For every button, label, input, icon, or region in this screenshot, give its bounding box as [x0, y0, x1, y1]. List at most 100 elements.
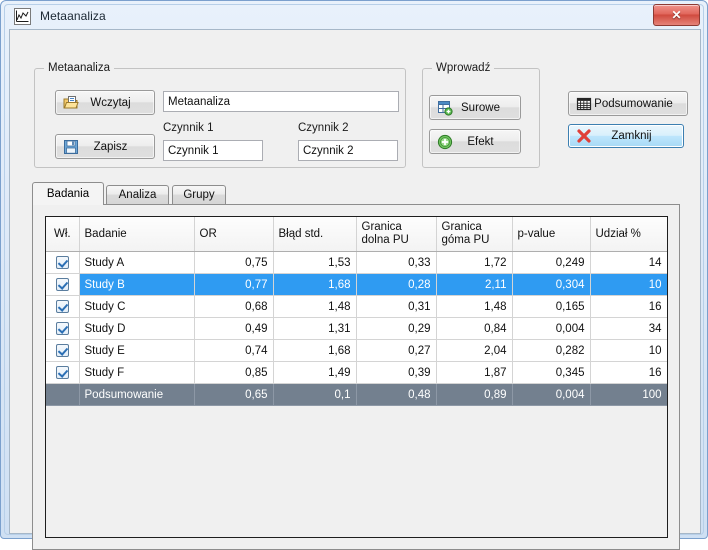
cell-upper[interactable]: 2,11: [436, 273, 513, 296]
close-button-label: Zamknij: [611, 130, 652, 142]
cell-sd[interactable]: 0,1: [273, 383, 357, 406]
effect-button-label: Efekt: [467, 135, 494, 148]
cell-upper[interactable]: 1,48: [436, 295, 513, 318]
col-header-or[interactable]: OR: [194, 217, 274, 252]
checkbox-checked-icon[interactable]: [55, 322, 69, 335]
cell-upper[interactable]: 2,04: [436, 339, 513, 362]
cell-upper[interactable]: 1,87: [436, 361, 513, 384]
tab-analiza[interactable]: Analiza: [106, 185, 169, 204]
factor2-input[interactable]: [298, 140, 398, 161]
col-header-weight[interactable]: Udział %: [590, 217, 667, 252]
cell-pvalue[interactable]: 0,004: [512, 317, 591, 340]
row-enabled-cell[interactable]: [46, 383, 80, 406]
cell-or[interactable]: 0,65: [194, 383, 274, 406]
close-icon: ✕: [671, 8, 682, 22]
cell-upper[interactable]: 0,89: [436, 383, 513, 406]
tab-badania[interactable]: Badania: [32, 182, 104, 205]
cell-name[interactable]: Study F: [79, 361, 195, 384]
table-row[interactable]: Study F 0,85 1,49 0,39 1,87 0,345 16: [46, 361, 667, 384]
close-window-button[interactable]: ✕: [653, 4, 700, 26]
cell-or[interactable]: 0,77: [194, 273, 274, 296]
cell-sd[interactable]: 1,31: [273, 317, 357, 340]
red-x-icon: [576, 128, 592, 144]
table-row[interactable]: Study B 0,77 1,68 0,28 2,11 0,304 10: [46, 273, 667, 296]
col-header-pvalue[interactable]: p-value: [512, 217, 591, 252]
cell-lower[interactable]: 0,29: [356, 317, 437, 340]
table-row[interactable]: Study A 0,75 1,53 0,33 1,72 0,249 14: [46, 251, 667, 274]
cell-or[interactable]: 0,75: [194, 251, 274, 274]
cell-name[interactable]: Podsumowanie: [79, 383, 195, 406]
col-header-enabled[interactable]: Wł.: [46, 217, 80, 252]
factor1-input[interactable]: [163, 140, 263, 161]
analysis-name-input[interactable]: [163, 91, 399, 112]
cell-name[interactable]: Study C: [79, 295, 195, 318]
cell-or[interactable]: 0,68: [194, 295, 274, 318]
checkbox-checked-icon[interactable]: [55, 300, 69, 313]
row-enabled-cell[interactable]: [46, 317, 80, 340]
checkbox-checked-icon[interactable]: [55, 256, 69, 269]
row-enabled-cell[interactable]: [46, 251, 80, 274]
checkbox-checked-icon[interactable]: [55, 278, 69, 291]
cell-weight[interactable]: 34: [590, 317, 667, 340]
cell-weight[interactable]: 100: [590, 383, 667, 406]
cell-sd[interactable]: 1,49: [273, 361, 357, 384]
cell-sd[interactable]: 1,48: [273, 295, 357, 318]
studies-grid[interactable]: Wł. Badanie OR Błąd std. Granica dolna P…: [45, 216, 668, 538]
col-header-sd[interactable]: Błąd std.: [273, 217, 357, 252]
cell-or[interactable]: 0,85: [194, 361, 274, 384]
cell-pvalue[interactable]: 0,345: [512, 361, 591, 384]
table-row[interactable]: Study C 0,68 1,48 0,31 1,48 0,165 16: [46, 295, 667, 318]
row-enabled-cell[interactable]: [46, 361, 80, 384]
cell-lower[interactable]: 0,31: [356, 295, 437, 318]
col-header-upper[interactable]: Granica góma PU: [436, 217, 513, 252]
cell-weight[interactable]: 14: [590, 251, 667, 274]
cell-name[interactable]: Study B: [79, 273, 195, 296]
effect-button[interactable]: Efekt: [429, 129, 521, 154]
cell-sd[interactable]: 1,68: [273, 339, 357, 362]
cell-pvalue[interactable]: 0,282: [512, 339, 591, 362]
load-button[interactable]: Wczytaj: [55, 90, 155, 115]
application-window: Metaanaliza ✕ Metaanaliza Wczytaj Zapisz…: [0, 0, 708, 550]
cell-weight[interactable]: 10: [590, 339, 667, 362]
table-row[interactable]: Podsumowanie 0,65 0,1 0,48 0,89 0,004 100: [46, 383, 667, 406]
save-button[interactable]: Zapisz: [55, 134, 155, 159]
row-enabled-cell[interactable]: [46, 339, 80, 362]
checkbox-checked-icon[interactable]: [55, 366, 69, 379]
cell-or[interactable]: 0,74: [194, 339, 274, 362]
cell-pvalue[interactable]: 0,304: [512, 273, 591, 296]
tab-grupy[interactable]: Grupy: [172, 185, 226, 204]
cell-pvalue[interactable]: 0,249: [512, 251, 591, 274]
cell-lower[interactable]: 0,48: [356, 383, 437, 406]
table-row[interactable]: Study D 0,49 1,31 0,29 0,84 0,004 34: [46, 317, 667, 340]
cell-upper[interactable]: 1,72: [436, 251, 513, 274]
col-header-lower[interactable]: Granica dolna PU: [356, 217, 437, 252]
cell-sd[interactable]: 1,68: [273, 273, 357, 296]
cell-weight[interactable]: 10: [590, 273, 667, 296]
cell-or[interactable]: 0,49: [194, 317, 274, 340]
cell-name[interactable]: Study D: [79, 317, 195, 340]
cell-lower[interactable]: 0,28: [356, 273, 437, 296]
cell-lower[interactable]: 0,39: [356, 361, 437, 384]
raw-data-button[interactable]: Surowe: [429, 95, 521, 120]
col-header-study[interactable]: Badanie: [79, 217, 195, 252]
factor1-label: Czynnik 1: [163, 122, 214, 134]
table-row[interactable]: Study E 0,74 1,68 0,27 2,04 0,282 10: [46, 339, 667, 362]
add-circle-icon: [437, 134, 453, 150]
checkbox-checked-icon[interactable]: [55, 344, 69, 357]
raw-data-button-label: Surowe: [461, 101, 500, 114]
cell-upper[interactable]: 0,84: [436, 317, 513, 340]
cell-weight[interactable]: 16: [590, 361, 667, 384]
row-enabled-cell[interactable]: [46, 295, 80, 318]
cell-sd[interactable]: 1,53: [273, 251, 357, 274]
close-button[interactable]: Zamknij: [568, 124, 684, 148]
cell-lower[interactable]: 0,33: [356, 251, 437, 274]
cell-lower[interactable]: 0,27: [356, 339, 437, 362]
row-enabled-cell[interactable]: [46, 273, 80, 296]
cell-pvalue[interactable]: 0,165: [512, 295, 591, 318]
cell-name[interactable]: Study E: [79, 339, 195, 362]
cell-weight[interactable]: 16: [590, 295, 667, 318]
cell-pvalue[interactable]: 0,004: [512, 383, 591, 406]
table-add-icon: [437, 100, 453, 116]
summary-button[interactable]: Podsumowanie: [568, 91, 688, 116]
cell-name[interactable]: Study A: [79, 251, 195, 274]
